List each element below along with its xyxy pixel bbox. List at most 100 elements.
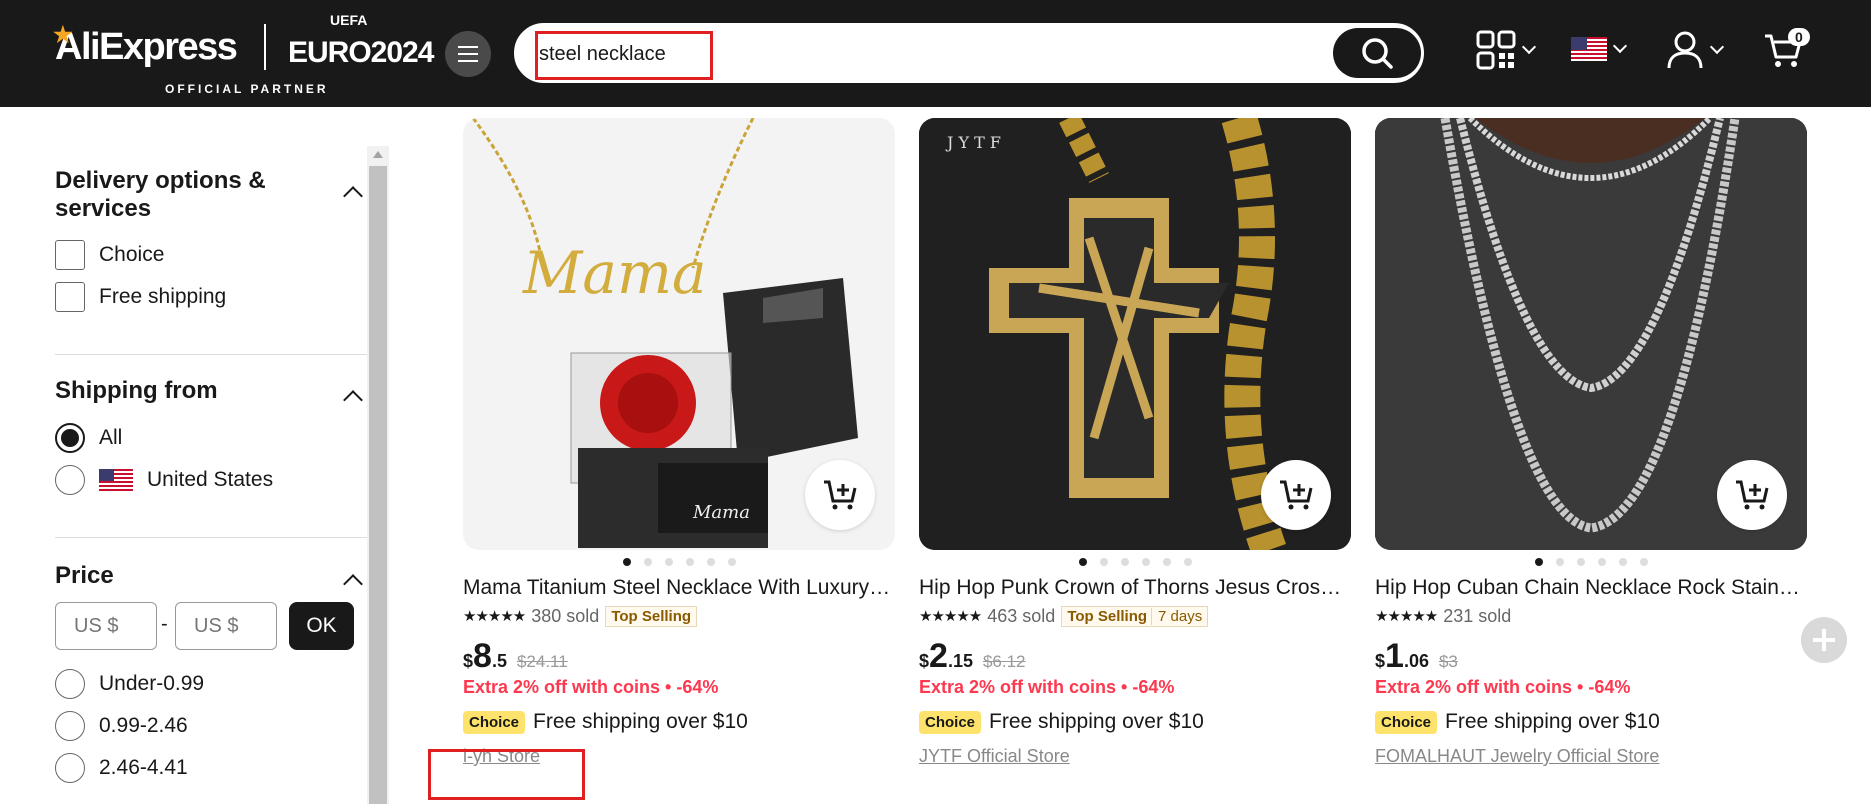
delivery-filter-title: Delivery options & services: [55, 167, 266, 222]
qr-code-icon: [1476, 30, 1516, 70]
coins-discount: Extra 2% off with coins • -64%: [463, 677, 719, 697]
top-selling-badge: Top Selling 7 days: [1061, 605, 1209, 627]
filter-free-shipping[interactable]: Free shipping: [55, 282, 226, 312]
chevron-up-icon[interactable]: [343, 390, 363, 410]
product-image[interactable]: J Y T F: [919, 118, 1351, 550]
menu-icon: [458, 46, 478, 48]
shipping-from-all[interactable]: All: [55, 423, 122, 453]
us-flag-icon: [99, 469, 133, 491]
price-range-option[interactable]: 0.99-2.46: [55, 711, 188, 741]
price-range-dash: -: [161, 613, 168, 635]
product-image[interactable]: Mama Mama: [463, 118, 895, 550]
product-card[interactable]: J Y T F Hip Hop Punk Crown of Thorns Jes…: [919, 118, 1351, 767]
radio-button[interactable]: [55, 711, 85, 741]
floating-plus-button[interactable]: [1801, 617, 1847, 663]
original-price: $24.11: [516, 652, 568, 671]
search-icon: [1362, 38, 1393, 69]
price-range-option[interactable]: Under-0.99: [55, 669, 204, 699]
shipping-info: Choice Free shipping over $10: [919, 710, 1351, 734]
language-currency-button[interactable]: [1571, 37, 1628, 61]
chevron-up-icon[interactable]: [343, 574, 363, 594]
sold-count: 231 sold: [1443, 605, 1512, 626]
plus-icon: [1813, 629, 1835, 651]
store-link-highlight: [428, 749, 585, 800]
add-to-cart-button[interactable]: [1261, 460, 1331, 530]
rating-stars-icon: ★★★★★: [1375, 608, 1438, 625]
price-max-input[interactable]: [175, 602, 277, 650]
uefa-text: UEFA: [330, 12, 368, 28]
user-icon: [1667, 31, 1703, 69]
product-price: $1.06 $3: [1375, 637, 1458, 675]
radio-button[interactable]: [55, 669, 85, 699]
add-to-cart-button[interactable]: [1717, 460, 1787, 530]
add-to-cart-button[interactable]: [805, 460, 875, 530]
shipping-from-united-states[interactable]: United States: [55, 465, 273, 495]
product-meta: ★★★★★ 380 sold Top Selling: [463, 603, 895, 629]
official-partner-text: OFFICIAL PARTNER: [165, 82, 329, 96]
product-meta: ★★★★★ 463 sold Top Selling 7 days: [919, 603, 1351, 629]
divider: [55, 354, 367, 355]
top-selling-badge: Top Selling: [605, 605, 698, 627]
shipping-info: Choice Free shipping over $10: [1375, 710, 1807, 734]
chevron-down-icon: [1709, 39, 1725, 55]
filter-choice[interactable]: Choice: [55, 240, 164, 270]
original-price: $6.12: [982, 652, 1026, 671]
image-carousel-dots[interactable]: [919, 558, 1351, 568]
product-card[interactable]: Hip Hop Cuban Chain Necklace Rock Stainl…: [1375, 118, 1807, 767]
price-range-option[interactable]: 2.46-4.41: [55, 753, 188, 783]
image-carousel-dots[interactable]: [463, 558, 895, 568]
price-min-input[interactable]: [55, 602, 157, 650]
rating-stars-icon: ★★★★★: [463, 608, 526, 625]
us-flag-icon: [1571, 37, 1607, 61]
logo-star-icon: ★: [53, 22, 73, 47]
choice-badge: Choice: [463, 710, 526, 734]
checkbox[interactable]: [55, 240, 85, 270]
product-title[interactable]: Hip Hop Punk Crown of Thorns Jesus Cross…: [919, 576, 1347, 600]
cart-count-badge: 0: [1788, 28, 1810, 46]
store-link[interactable]: JYTF Official Store: [919, 746, 1351, 767]
coins-discount: Extra 2% off with coins • -64%: [1375, 677, 1631, 697]
radio-button[interactable]: [55, 753, 85, 783]
logo-divider: [264, 24, 266, 70]
aliexpress-logo[interactable]: ★ AliExpress: [53, 22, 238, 69]
product-image[interactable]: [1375, 118, 1807, 550]
product-title[interactable]: Mama Titanium Steel Necklace With Luxury…: [463, 576, 891, 600]
scroll-up-arrow-icon[interactable]: [373, 151, 383, 158]
price-ok-button[interactable]: OK: [289, 602, 354, 650]
checkbox[interactable]: [55, 282, 85, 312]
app-download-button[interactable]: [1476, 30, 1537, 70]
store-link[interactable]: FOMALHAUT Jewelry Official Store: [1375, 746, 1807, 767]
radio-button[interactable]: [55, 465, 85, 495]
chevron-down-icon: [1521, 39, 1537, 55]
product-card[interactable]: Mama Mama Mama Titanium Steel Necklace W…: [463, 118, 895, 767]
sold-count: 463 sold: [987, 605, 1056, 626]
product-price: $2.15 $6.12: [919, 637, 1026, 675]
filter-sidebar: Delivery options & services Choice Free …: [0, 107, 390, 804]
rating-stars-icon: ★★★★★: [919, 608, 982, 625]
image-carousel-dots[interactable]: [1375, 558, 1807, 568]
search-text-highlight: [535, 31, 713, 80]
chevron-down-icon: [1612, 38, 1628, 54]
shipping-info: Choice Free shipping over $10: [463, 710, 895, 734]
search-button[interactable]: [1333, 28, 1421, 78]
account-button[interactable]: [1666, 30, 1725, 70]
svg-text:J Y T F: J Y T F: [945, 133, 1001, 152]
top-header: ★ AliExpress UEFA EURO2024 OFFICIAL PART…: [0, 0, 1871, 107]
sidebar-scroll-thumb[interactable]: [369, 166, 387, 804]
delivery-days-badge: 7 days: [1151, 607, 1203, 625]
svg-text:Mama: Mama: [522, 239, 707, 307]
product-title[interactable]: Hip Hop Cuban Chain Necklace Rock Stainl…: [1375, 576, 1803, 600]
coins-discount: Extra 2% off with coins • -64%: [919, 677, 1175, 697]
menu-button[interactable]: [445, 31, 491, 77]
cart-plus-icon: [1280, 480, 1313, 510]
product-meta: ★★★★★ 231 sold: [1375, 603, 1807, 629]
cart-plus-icon: [1736, 480, 1769, 510]
cart-plus-icon: [824, 480, 857, 510]
price-filter-title: Price: [55, 562, 114, 589]
choice-badge: Choice: [1375, 710, 1438, 734]
product-price: $8.5 $24.11: [463, 637, 568, 675]
sold-count: 380 sold: [531, 605, 600, 626]
radio-button-selected[interactable]: [55, 423, 85, 453]
divider: [55, 537, 367, 538]
euro2024-logo: EURO2024: [288, 36, 434, 69]
